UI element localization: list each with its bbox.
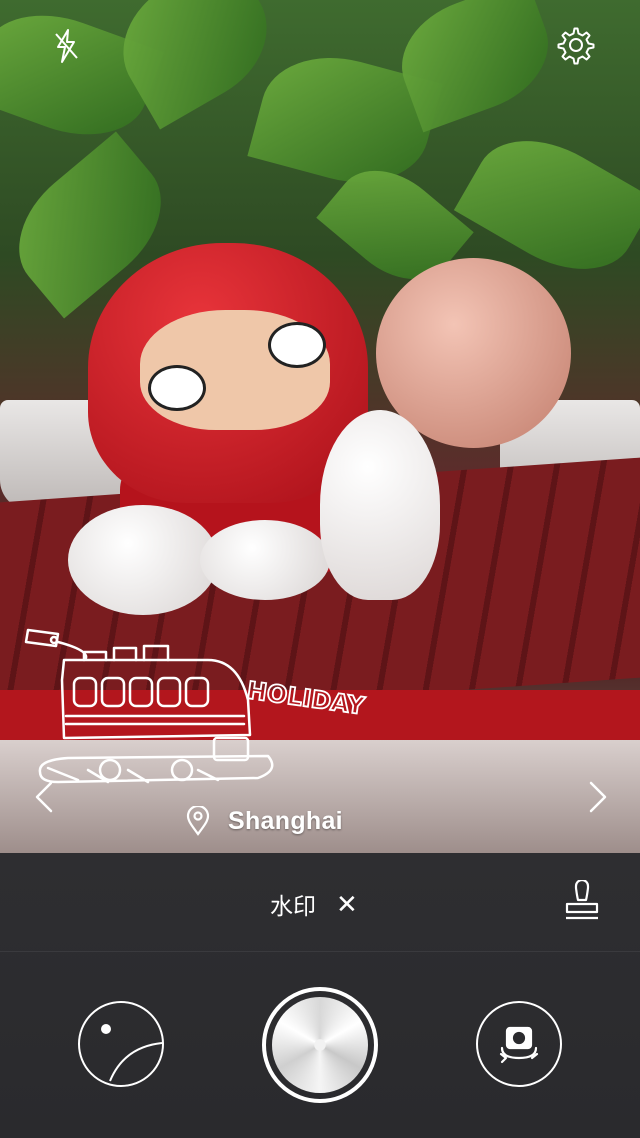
chevron-left-icon[interactable] — [26, 777, 62, 817]
switch-camera-icon — [499, 1026, 539, 1064]
location-tag[interactable]: Shanghai — [186, 806, 343, 836]
album-button[interactable] — [78, 1001, 164, 1087]
gear-icon[interactable] — [553, 22, 599, 68]
stamp-icon[interactable] — [562, 880, 602, 922]
album-icon — [101, 1024, 163, 1082]
flash-off-icon[interactable] — [44, 24, 88, 68]
location-label: Shanghai — [228, 806, 343, 835]
watermark-selector[interactable]: 水印 ✕ — [270, 887, 358, 921]
watermark-label: 水印 — [270, 893, 316, 919]
camera-preview[interactable]: HOLIDAY Shanghai — [0, 0, 640, 853]
holiday-watermark[interactable]: HOLIDAY — [18, 620, 378, 800]
location-pin-icon — [186, 806, 210, 836]
white-ghost-figure — [320, 410, 440, 600]
shutter-button[interactable] — [262, 987, 378, 1103]
watermark-text: HOLIDAY — [245, 676, 367, 720]
chevron-right-icon[interactable] — [580, 777, 616, 817]
watermark-bar: 水印 ✕ — [0, 853, 640, 952]
figure-eye — [148, 365, 206, 411]
switch-camera-button[interactable] — [476, 1001, 562, 1087]
figure-leg — [200, 520, 330, 600]
camera-controls-panel: 水印 ✕ — [0, 853, 640, 1138]
shutter-icon — [272, 997, 368, 1093]
figure-leg — [68, 505, 218, 615]
figure-eye — [268, 322, 326, 368]
close-icon[interactable]: ✕ — [336, 891, 358, 917]
